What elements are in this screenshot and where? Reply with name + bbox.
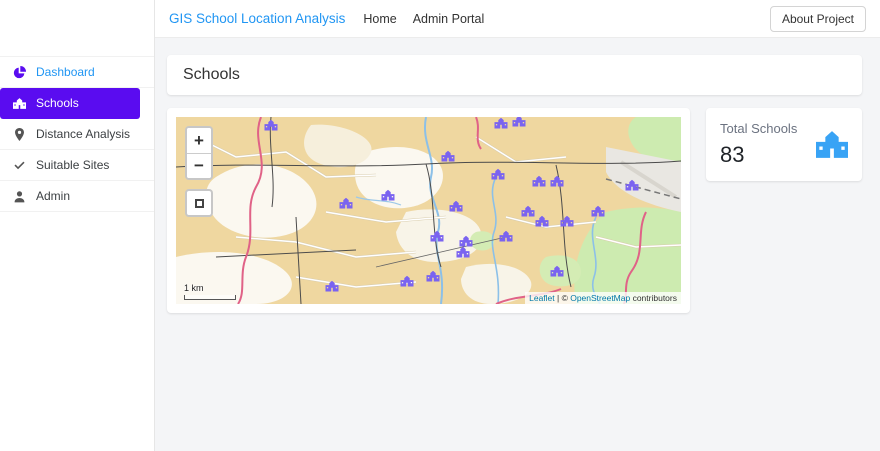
school-marker[interactable] [456, 247, 469, 258]
sidebar-item-schools[interactable]: Schools [0, 88, 140, 119]
school-marker[interactable] [536, 216, 549, 227]
school-marker[interactable] [560, 216, 573, 227]
school-marker[interactable] [499, 231, 512, 242]
school-marker[interactable] [495, 118, 508, 129]
school-stat-icon [816, 131, 848, 158]
school-marker[interactable] [550, 266, 563, 277]
sidebar-item-suitable-sites[interactable]: Suitable Sites [0, 150, 154, 181]
sidebar-item-label: Distance Analysis [36, 127, 131, 141]
map[interactable]: + − 1 km Leaflet | © OpenStreetMap contr… [176, 117, 681, 304]
attribution-suffix: contributors [630, 293, 677, 303]
zoom-in-button[interactable]: + [187, 128, 211, 153]
school-marker[interactable] [382, 190, 395, 201]
school-marker[interactable] [427, 271, 440, 282]
marker-layer [176, 117, 681, 304]
fullscreen-icon [194, 198, 204, 208]
navbar-links: Home Admin Portal [363, 12, 484, 26]
school-marker[interactable] [449, 201, 462, 212]
map-attribution: Leaflet | © OpenStreetMap contributors [525, 292, 681, 304]
attribution-separator: | © [554, 293, 571, 303]
nav-link-home[interactable]: Home [363, 12, 396, 26]
map-scale-label: 1 km [184, 283, 204, 294]
school-icon [13, 97, 26, 110]
osm-link[interactable]: OpenStreetMap [570, 293, 630, 303]
sidebar-item-distance-analysis[interactable]: Distance Analysis [0, 119, 154, 150]
sidebar-item-label: Suitable Sites [36, 158, 110, 172]
sidebar-menu: Dashboard Schools Distance Analysis Suitabl… [0, 56, 154, 212]
school-marker[interactable] [340, 198, 353, 209]
leaflet-link[interactable]: Leaflet [529, 293, 555, 303]
school-marker[interactable] [459, 236, 472, 247]
school-marker[interactable] [264, 120, 277, 131]
school-marker[interactable] [492, 169, 505, 180]
sidebar: Dashboard Schools Distance Analysis Suitabl… [0, 0, 155, 451]
sidebar-item-label: Dashboard [36, 65, 95, 79]
navbar: GIS School Location Analysis Home Admin P… [155, 0, 880, 38]
school-marker[interactable] [521, 206, 534, 217]
dashboard-icon [13, 66, 26, 79]
school-marker[interactable] [431, 231, 444, 242]
stat-value: 83 [720, 142, 745, 167]
school-marker[interactable] [512, 117, 525, 127]
school-marker[interactable] [626, 180, 639, 191]
pin-icon [13, 128, 26, 141]
school-marker[interactable] [400, 276, 413, 287]
map-controls: + − [185, 126, 213, 217]
about-project-button[interactable]: About Project [769, 5, 866, 32]
school-marker[interactable] [592, 206, 605, 217]
user-icon [13, 190, 26, 203]
sidebar-item-label: Admin [36, 189, 71, 203]
total-schools-card: Total Schools 83 [706, 108, 862, 181]
page-title: Schools [183, 66, 240, 83]
stat-title: Total Schools [720, 121, 798, 136]
map-scale-bar [184, 295, 236, 300]
school-marker[interactable] [533, 176, 546, 187]
school-marker[interactable] [442, 151, 455, 162]
school-marker[interactable] [326, 281, 339, 292]
school-marker[interactable] [550, 176, 563, 187]
nav-link-admin-portal[interactable]: Admin Portal [413, 12, 485, 26]
page-title-card: Schools [167, 55, 862, 95]
sidebar-item-dashboard[interactable]: Dashboard [0, 57, 154, 88]
app-brand-link[interactable]: GIS School Location Analysis [169, 11, 345, 26]
map-scale: 1 km [184, 283, 236, 300]
sidebar-item-admin[interactable]: Admin [0, 181, 154, 212]
zoom-out-button[interactable]: − [187, 153, 211, 178]
check-icon [13, 159, 26, 172]
sidebar-item-label: Schools [36, 96, 79, 110]
map-card: + − 1 km Leaflet | © OpenStreetMap contr… [167, 108, 690, 313]
fullscreen-button[interactable] [185, 189, 213, 217]
main-content: Schools + − 1 km Leaflet | © OpenStreetM… [155, 38, 880, 451]
